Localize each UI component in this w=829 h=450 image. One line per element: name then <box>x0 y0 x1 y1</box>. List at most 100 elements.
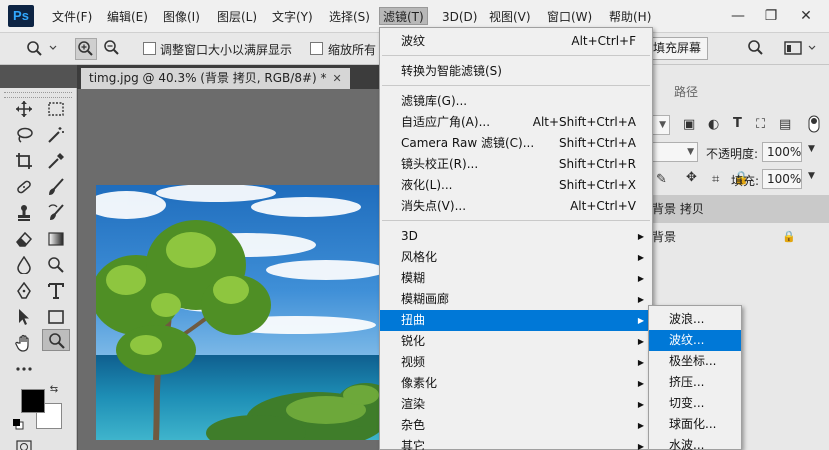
zoom-tool-preset-icon[interactable] <box>22 38 60 60</box>
submenu-item-ripple[interactable]: 波纹... <box>649 330 741 351</box>
menu-item-blur-gallery[interactable]: 模糊画廊 ▶ <box>380 289 652 310</box>
submenu-item-wave[interactable]: 波浪... <box>649 309 741 330</box>
fill-field[interactable]: 100% <box>762 169 802 189</box>
menu-item-adaptive-wide-angle[interactable]: 自适应广角(A)... Alt+Shift+Ctrl+A <box>380 112 652 133</box>
marquee-tool-icon[interactable] <box>42 98 70 120</box>
submenu-item-zigzag[interactable]: 水波... <box>649 435 741 450</box>
menu-item-last-filter[interactable]: 波纹 Alt+Ctrl+F <box>380 31 652 52</box>
submenu-item-polar-coordinates[interactable]: 极坐标... <box>649 351 741 372</box>
lasso-tool-icon[interactable] <box>10 124 38 146</box>
menu-window[interactable]: 窗口(W) <box>544 8 595 26</box>
menu-item-stylize[interactable]: 风格化 ▶ <box>380 247 652 268</box>
shape-filter-icon[interactable]: ⛶ <box>756 117 765 132</box>
document-image[interactable] <box>96 185 380 440</box>
opacity-dropdown-icon[interactable]: ▼ <box>808 144 815 154</box>
minimize-button[interactable]: — <box>728 6 748 26</box>
history-brush-tool-icon[interactable] <box>42 202 70 224</box>
clone-stamp-tool-icon[interactable] <box>10 202 38 224</box>
menu-item-shortcut: Shift+Ctrl+R <box>558 157 636 171</box>
menu-item-pixelate[interactable]: 像素化 ▶ <box>380 373 652 394</box>
document-tab[interactable]: timg.jpg @ 40.3% (背景 拷贝, RGB/8#) * ✕ <box>81 68 350 89</box>
default-colors-icon[interactable] <box>12 418 26 432</box>
rectangle-tool-icon[interactable] <box>42 306 70 328</box>
tab-paths[interactable]: 路径 <box>674 80 698 105</box>
menu-item-render[interactable]: 渲染 ▶ <box>380 394 652 415</box>
brush-tool-icon[interactable] <box>42 176 70 198</box>
layer-filter-dropdown[interactable]: ▼ <box>652 115 670 135</box>
zoom-tool-icon[interactable] <box>42 329 70 351</box>
close-window-button[interactable]: ✕ <box>796 6 816 26</box>
zoom-all-checkbox[interactable] <box>310 42 323 55</box>
menu-help[interactable]: 帮助(H) <box>606 8 654 26</box>
menu-view[interactable]: 视图(V) <box>486 8 534 26</box>
menu-file[interactable]: 文件(F) <box>49 8 95 26</box>
menu-select[interactable]: 选择(S) <box>326 8 373 26</box>
quick-mask-icon[interactable] <box>10 440 38 450</box>
menu-item-camera-raw[interactable]: Camera Raw 滤镜(C)... Shift+Ctrl+A <box>380 133 652 154</box>
foreground-color-swatch[interactable] <box>21 389 45 413</box>
lock-position-icon[interactable]: ✥ <box>686 170 697 185</box>
path-selection-tool-icon[interactable] <box>10 306 38 328</box>
search-icon[interactable] <box>745 38 767 60</box>
lock-artboard-icon[interactable]: ⌗ <box>712 172 719 187</box>
menu-item-noise[interactable]: 杂色 ▶ <box>380 415 652 436</box>
menu-filter[interactable]: 滤镜(T) <box>379 7 428 25</box>
magic-wand-tool-icon[interactable] <box>42 124 70 146</box>
layer-row[interactable]: 背景 🔒 <box>646 223 829 251</box>
menu-item-distort[interactable]: 扭曲 ▶ <box>380 310 652 331</box>
menu-type[interactable]: 文字(Y) <box>269 8 316 26</box>
submenu-item-shear[interactable]: 切变... <box>649 393 741 414</box>
menu-item-sharpen[interactable]: 锐化 ▶ <box>380 331 652 352</box>
smart-object-filter-icon[interactable]: ▤ <box>779 117 791 132</box>
menu-image[interactable]: 图像(I) <box>160 8 203 26</box>
menu-item-convert-smart-filter[interactable]: 转换为智能滤镜(S) <box>380 61 652 82</box>
resize-window-checkbox[interactable] <box>143 42 156 55</box>
fill-dropdown-icon[interactable]: ▼ <box>808 171 815 181</box>
submenu-item-spherize[interactable]: 球面化... <box>649 414 741 435</box>
swap-colors-icon[interactable]: ⇆ <box>46 382 62 398</box>
opacity-field[interactable]: 100% <box>762 142 802 162</box>
lock-pixels-icon[interactable]: ✎ <box>656 172 667 187</box>
hand-tool-icon[interactable] <box>10 332 38 354</box>
fill-screen-button[interactable]: 填充屏幕 <box>646 37 709 60</box>
menu-layer[interactable]: 图层(L) <box>214 8 260 26</box>
layer-name: 背景 <box>652 230 677 244</box>
menu-item-blur[interactable]: 模糊 ▶ <box>380 268 652 289</box>
menu-separator <box>382 55 650 56</box>
eyedropper-tool-icon[interactable] <box>42 150 70 172</box>
workspace-icon[interactable] <box>781 38 821 60</box>
crop-tool-icon[interactable] <box>10 150 38 172</box>
eraser-tool-icon[interactable] <box>10 228 38 250</box>
menu-item-3d[interactable]: 3D ▶ <box>380 226 652 247</box>
menu-item-other[interactable]: 其它 ▶ <box>380 436 652 450</box>
gradient-tool-icon[interactable] <box>42 228 70 250</box>
pixel-filter-icon[interactable]: ▣ <box>683 117 695 132</box>
submenu-item-pinch[interactable]: 挤压... <box>649 372 741 393</box>
zoom-out-icon[interactable] <box>101 38 123 60</box>
menu-edit[interactable]: 编辑(E) <box>104 8 151 26</box>
menu-item-shortcut: Shift+Ctrl+X <box>559 178 636 192</box>
close-tab-icon[interactable]: ✕ <box>333 72 342 85</box>
type-tool-icon[interactable] <box>42 280 70 302</box>
blend-mode-dropdown[interactable]: ▼ <box>652 142 698 162</box>
move-tool-icon[interactable] <box>10 98 38 120</box>
blur-tool-icon[interactable] <box>10 254 38 276</box>
type-filter-icon[interactable]: T <box>733 116 742 131</box>
adjustment-filter-icon[interactable]: ◐ <box>708 117 719 132</box>
menu-item-lens-correction[interactable]: 镜头校正(R)... Shift+Ctrl+R <box>380 154 652 175</box>
dodge-tool-icon[interactable] <box>42 254 70 276</box>
filter-toggle-icon[interactable] <box>808 115 820 137</box>
menu-item-label: 波纹... <box>669 333 705 347</box>
menu-item-filter-gallery[interactable]: 滤镜库(G)... <box>380 91 652 112</box>
healing-brush-tool-icon[interactable] <box>10 176 38 198</box>
menu-item-liquify[interactable]: 液化(L)... Shift+Ctrl+X <box>380 175 652 196</box>
layer-row[interactable]: 背景 拷贝 <box>646 195 829 223</box>
more-tools-icon[interactable] <box>10 358 38 380</box>
menu-item-video[interactable]: 视频 ▶ <box>380 352 652 373</box>
menu-item-label: 像素化 <box>401 376 438 390</box>
menu-item-vanishing-point[interactable]: 消失点(V)... Alt+Ctrl+V <box>380 196 652 217</box>
menu-3d[interactable]: 3D(D) <box>439 8 480 26</box>
restore-button[interactable]: ❐ <box>761 6 781 26</box>
pen-tool-icon[interactable] <box>10 280 38 302</box>
zoom-in-icon[interactable] <box>75 38 97 60</box>
